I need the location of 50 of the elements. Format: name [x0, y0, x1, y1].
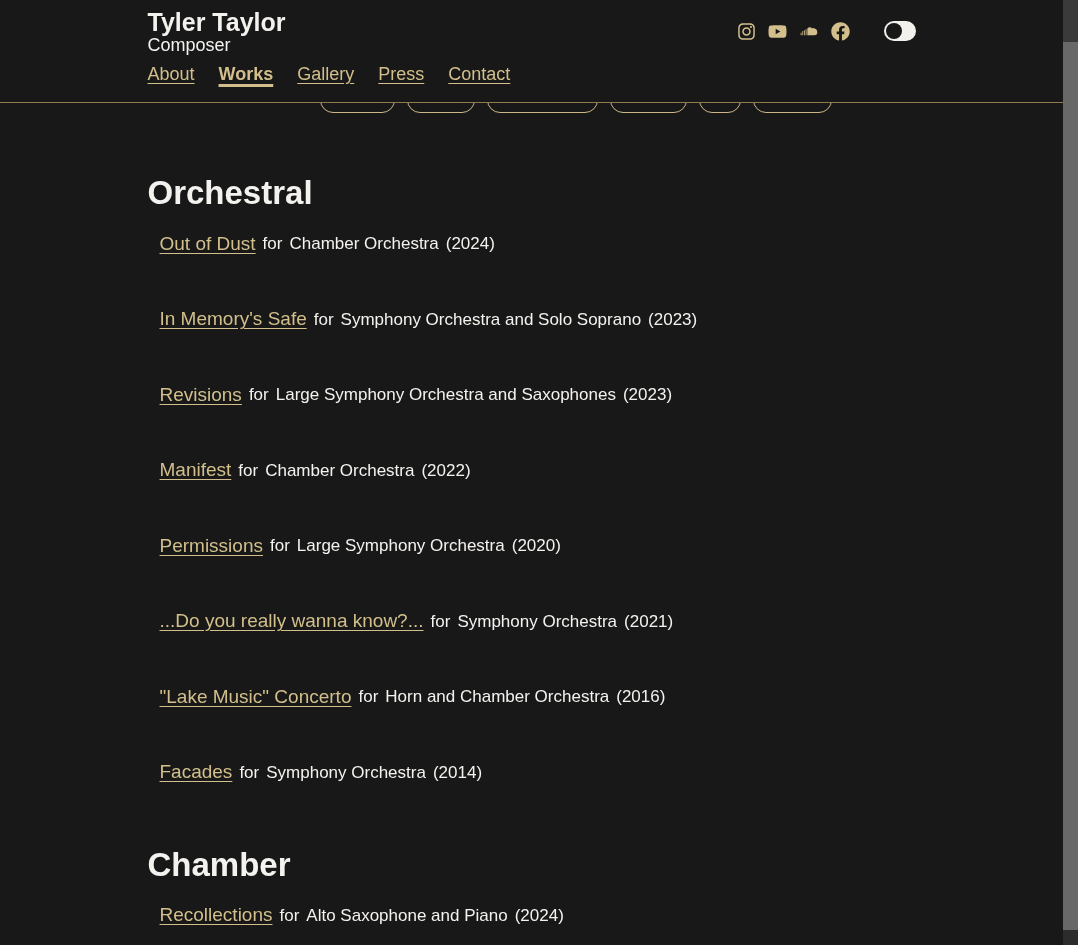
work-link[interactable]: Facades: [159, 758, 233, 787]
work-year: (2020): [511, 535, 561, 558]
instrumentation: Large Symphony Orchestra: [296, 535, 505, 558]
instrumentation: Chamber Orchestra: [289, 233, 439, 256]
facebook-icon[interactable]: [830, 21, 850, 41]
work-year: (2022): [421, 459, 471, 482]
work-year: (2014): [432, 761, 483, 784]
work-link[interactable]: ...Do you really wanna know?...: [159, 607, 424, 636]
instrumentation: Symphony Orchestra and Solo Soprano: [340, 308, 642, 331]
nav-link[interactable]: About: [147, 62, 195, 86]
theme-toggle[interactable]: [883, 21, 916, 41]
section-heading: Orchestral: [147, 175, 314, 211]
work-link[interactable]: Manifest: [159, 456, 232, 485]
nav-link[interactable]: Gallery: [297, 62, 355, 86]
for-label: for: [430, 610, 451, 633]
for-label: for: [270, 535, 290, 558]
work-link[interactable]: Out of Dust: [159, 229, 256, 259]
work-link[interactable]: Revisions: [159, 380, 242, 410]
work-year: (2016): [616, 686, 666, 709]
work-year: (2024): [514, 904, 564, 927]
instrumentation: Chamber Orchestra: [265, 459, 415, 482]
for-label: for: [262, 233, 283, 256]
for-label: for: [313, 308, 334, 331]
for-label: for: [238, 459, 259, 482]
work-link[interactable]: Permissions: [159, 531, 263, 561]
instagram-icon[interactable]: [736, 21, 756, 41]
soundcloud-icon[interactable]: [798, 26, 819, 36]
scrollbar[interactable]: [1063, 0, 1078, 945]
instrumentation: Symphony Orchestra: [266, 761, 426, 784]
for-label: for: [279, 904, 300, 927]
instrumentation: Large Symphony Orchestra and Saxophones: [275, 384, 616, 407]
work-year: (2023): [622, 384, 673, 407]
nav-link[interactable]: Press: [378, 62, 425, 86]
instrumentation: Alto Saxophone and Piano: [306, 904, 508, 927]
instrumentation: Horn and Chamber Orchestra: [385, 686, 610, 709]
site-subtitle: Composer: [147, 36, 231, 54]
work-link[interactable]: "Lake Music" Concerto: [159, 682, 352, 712]
nav-link[interactable]: Works: [218, 62, 274, 86]
work-year: (2021): [624, 610, 674, 633]
section-heading: Chamber: [147, 846, 292, 883]
work-year: (2024): [445, 233, 495, 256]
site-name[interactable]: Tyler Taylor: [147, 8, 511, 36]
for-label: for: [239, 761, 260, 784]
work-year: (2023): [648, 308, 698, 331]
instrumentation: Symphony Orchestra: [457, 610, 618, 633]
nav-link[interactable]: Contact: [448, 62, 511, 86]
for-label: for: [248, 384, 269, 407]
work-link[interactable]: In Memory's Safe: [159, 305, 307, 334]
for-label: for: [358, 686, 379, 709]
work-link[interactable]: Recollections: [159, 901, 273, 930]
